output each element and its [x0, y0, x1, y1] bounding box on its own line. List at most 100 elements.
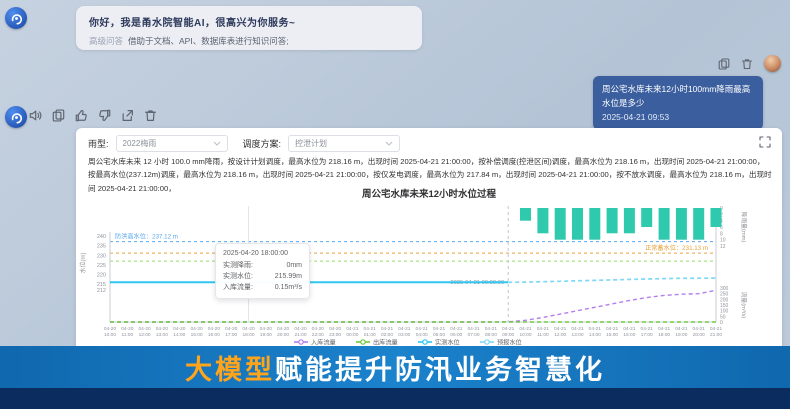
- user-message-time: 2025-04-21 09:53: [602, 110, 754, 124]
- rain-bar[interactable]: [555, 208, 566, 240]
- assistant-greeting-bubble: 你好，我是甬水院智能AI，很高兴为你服务~ 高级问答借助于文档、API、数据库表…: [76, 6, 422, 50]
- rain-bar[interactable]: [520, 208, 531, 221]
- copy-icon[interactable]: [51, 108, 66, 123]
- greeting-desc-text: 借助于文档、API、数据库表进行知识问答;: [128, 36, 289, 46]
- x-tick: 04-20: [225, 326, 238, 332]
- plan-select[interactable]: 控泄计划: [288, 135, 400, 152]
- user-message-text: 周公宅水库未来12小时100mm降雨最高水位是多少: [602, 82, 754, 110]
- x-tick: 22:00: [312, 332, 324, 338]
- x-tick: 04-20: [173, 326, 186, 332]
- sound-icon[interactable]: [28, 108, 43, 123]
- x-tick: 12:00: [554, 332, 566, 338]
- level-axis-label: 水位(m): [79, 253, 87, 274]
- x-tick: 04:00: [416, 332, 428, 338]
- like-icon[interactable]: [74, 108, 89, 123]
- x-tick: 04-21: [571, 326, 584, 332]
- x-tick: 04-20: [242, 326, 255, 332]
- x-tick: 04-21: [537, 326, 550, 332]
- x-tick: 00:00: [346, 332, 358, 338]
- level-tick: 215: [97, 282, 106, 288]
- scenario-controls: 雨型: 2022梅雨 调度方案: 控泄计划: [88, 135, 400, 152]
- x-tick: 10:00: [104, 332, 116, 338]
- x-tick: 07:00: [468, 332, 480, 338]
- x-tick: 04-20: [190, 326, 203, 332]
- series-入库流量[interactable]: [110, 290, 716, 322]
- level-tick: 225: [97, 263, 106, 269]
- x-tick: 14:00: [589, 332, 601, 338]
- rain-bar[interactable]: [537, 208, 548, 233]
- user-message-bubble: 周公宅水库未来12小时100mm降雨最高水位是多少 2025-04-21 09:…: [593, 76, 763, 130]
- level-tick: 235: [97, 244, 106, 250]
- tooltip-row: 实测水位:215.99m: [223, 272, 302, 283]
- x-tick: 20:00: [693, 332, 705, 338]
- x-tick: 09:00: [502, 332, 514, 338]
- rain-bar[interactable]: [676, 208, 687, 240]
- rain-type-select[interactable]: 2022梅雨: [116, 135, 228, 152]
- x-tick: 04-20: [260, 326, 273, 332]
- ref-line-label: 正常蓄水位：231.13 m: [645, 244, 708, 252]
- x-tick: 17:00: [641, 332, 653, 338]
- x-tick: 04-20: [208, 326, 221, 332]
- bottom-banner: 大模型 赋能提升防汛业务智慧化: [0, 346, 790, 388]
- ai-logo-icon: [10, 111, 23, 124]
- user-message-tools: [716, 56, 754, 71]
- x-tick: 04-21: [416, 326, 429, 332]
- x-tick: 13:00: [156, 332, 168, 338]
- rain-bar[interactable]: [641, 208, 652, 227]
- x-tick: 04-21: [381, 326, 394, 332]
- x-tick: 15:00: [191, 332, 203, 338]
- rain-bar[interactable]: [693, 208, 704, 240]
- rain-bar[interactable]: [589, 208, 600, 240]
- x-tick: 02:00: [381, 332, 393, 338]
- greeting-tag: 高级问答: [89, 36, 123, 46]
- flow-tick: 100: [720, 309, 729, 315]
- rain-bar[interactable]: [711, 208, 722, 227]
- flow-tick: 300: [720, 286, 729, 292]
- rain-tick: 10: [720, 238, 726, 244]
- fullscreen-icon[interactable]: [758, 135, 772, 149]
- rain-bar[interactable]: [607, 208, 618, 233]
- delete-icon[interactable]: [143, 108, 158, 123]
- x-tick: 04-20: [138, 326, 151, 332]
- x-tick: 04-20: [277, 326, 290, 332]
- x-tick: 18:00: [242, 332, 254, 338]
- rain-tick: 12: [720, 244, 726, 250]
- x-tick: 21:00: [710, 332, 722, 338]
- x-tick: 04-21: [467, 326, 480, 332]
- x-tick: 10:00: [519, 332, 531, 338]
- chevron-down-icon: [385, 141, 393, 146]
- x-tick: 04-20: [104, 326, 117, 332]
- delete-icon[interactable]: [739, 56, 754, 71]
- assistant-avatar: [5, 106, 27, 128]
- water-level-chart: 防洪高水位：237.12 m正常蓄水位：231.13 m212215220225…: [76, 196, 782, 360]
- x-tick: 04-20: [156, 326, 169, 332]
- plan-value: 控泄计划: [295, 138, 327, 149]
- rain-bar[interactable]: [659, 208, 670, 240]
- x-tick: 04-20: [294, 326, 307, 332]
- flow-tick: 0: [720, 320, 723, 326]
- x-tick: 11:00: [537, 332, 549, 338]
- level-tick: 240: [97, 234, 106, 240]
- banner-title: 赋能提升防汛业务智慧化: [275, 348, 605, 387]
- dislike-icon[interactable]: [97, 108, 112, 123]
- x-tick: 08:00: [485, 332, 497, 338]
- rain-axis-label: 降雨量(mm): [740, 212, 748, 243]
- x-tick: 04-21: [502, 326, 515, 332]
- x-tick: 04-21: [519, 326, 532, 332]
- x-tick: 21:00: [294, 332, 306, 338]
- x-tick: 20:00: [277, 332, 289, 338]
- assistant-avatar: [5, 7, 27, 29]
- reply-toolbar: [28, 108, 158, 123]
- copy-icon[interactable]: [716, 56, 731, 71]
- rain-bar[interactable]: [624, 208, 635, 233]
- banner-highlight: 大模型: [185, 348, 275, 387]
- ref-line-label: 防洪高水位：237.12 m: [115, 233, 178, 241]
- share-icon[interactable]: [120, 108, 135, 123]
- series-预报水位[interactable]: [508, 278, 716, 282]
- reply-card: 雨型: 2022梅雨 调度方案: 控泄计划 周公宅水库未来 12 小时 100.…: [76, 128, 782, 350]
- rain-bar[interactable]: [572, 208, 583, 240]
- x-tick: 18:00: [658, 332, 670, 338]
- rain-type-label: 雨型:: [88, 137, 109, 150]
- flow-tick: 200: [720, 297, 729, 303]
- x-tick: 04-21: [398, 326, 411, 332]
